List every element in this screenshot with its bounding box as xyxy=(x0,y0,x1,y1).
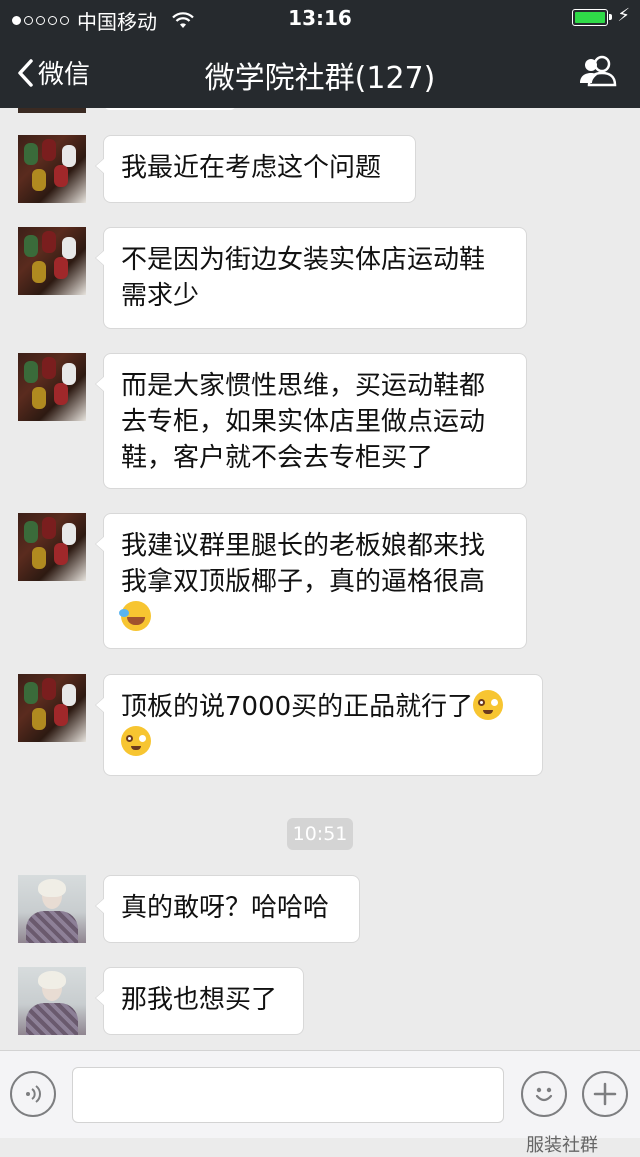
chat-area[interactable]: 我最近在考虑这个问题 不是因为街边女装实体店运动鞋 需求少 而是大家惯性思维，买… xyxy=(0,108,640,1050)
message-text-line: 鞋，客户就不会去专柜买了 xyxy=(121,443,434,473)
message-bubble xyxy=(104,108,236,110)
message-text: 真的敢呀？哈哈哈 xyxy=(121,893,330,923)
message-text-line: 我建议群里腿长的老板娘都来找 xyxy=(121,531,486,561)
message-text: 那我也想买了 xyxy=(121,985,278,1015)
message-text-line: 而是大家惯性思维，买运动鞋都 xyxy=(121,371,486,401)
avatar[interactable] xyxy=(18,513,86,581)
status-time: 13:16 xyxy=(288,6,352,30)
message-input[interactable] xyxy=(72,1067,504,1123)
watermark-label: 服装社群 xyxy=(526,1135,598,1156)
charging-icon: ⚡ xyxy=(617,5,630,26)
avatar[interactable] xyxy=(18,875,86,943)
flushed-face-icon xyxy=(121,726,151,756)
nav-bar: 微信 微学院社群(127) xyxy=(0,36,640,108)
face-with-tears-of-joy-icon xyxy=(119,601,151,631)
message-text-line: 我拿双顶版椰子，真的逼格很高 xyxy=(121,567,486,597)
plus-button[interactable] xyxy=(582,1071,628,1117)
watermark: 服装社群 xyxy=(526,1131,598,1157)
page-title: 微学院社群(127) xyxy=(204,61,436,96)
message-bubble[interactable]: 那我也想买了 xyxy=(95,967,304,1035)
emoji-button[interactable] xyxy=(521,1071,567,1117)
voice-icon xyxy=(26,1085,41,1103)
status-bar: 中国移动 13:16 ⚡ xyxy=(0,0,640,36)
avatar[interactable] xyxy=(18,227,86,295)
message-bubble[interactable]: 顶板的说7000买的正品就行了 xyxy=(95,674,543,776)
input-bar: 服装社群 xyxy=(0,1050,640,1156)
avatar[interactable] xyxy=(18,353,86,421)
battery-icon xyxy=(572,9,612,26)
message-text-line: 不是因为街边女装实体店运动鞋 xyxy=(121,245,486,275)
message-bubble[interactable]: 我最近在考虑这个问题 xyxy=(95,135,416,203)
flushed-face-icon xyxy=(473,690,504,720)
avatar[interactable] xyxy=(18,674,86,742)
message-bubble[interactable]: 而是大家惯性思维，买运动鞋都 去专柜，如果实体店里做点运动 鞋，客户就不会去专柜… xyxy=(95,353,527,489)
avatar[interactable] xyxy=(18,967,86,1035)
message-text-line: 需求少 xyxy=(121,281,200,311)
voice-button[interactable] xyxy=(10,1071,56,1117)
timestamp-label: 10:51 xyxy=(287,818,353,850)
message-bubble[interactable]: 不是因为街边女装实体店运动鞋 需求少 xyxy=(95,227,527,329)
message-bubble[interactable]: 真的敢呀？哈哈哈 xyxy=(95,875,360,943)
emoji-icon xyxy=(535,1087,553,1102)
message-text: 我最近在考虑这个问题 xyxy=(121,153,382,183)
plus-icon xyxy=(593,1082,617,1106)
message-text: 顶板的说7000买的正品就行了 xyxy=(121,692,474,722)
group-members-icon[interactable] xyxy=(578,54,618,88)
message-bubble[interactable]: 我建议群里腿长的老板娘都来找 我拿双顶版椰子，真的逼格很高 xyxy=(95,513,527,649)
avatar[interactable] xyxy=(18,108,86,113)
message-text-line: 去专柜，如果实体店里做点运动 xyxy=(121,407,486,437)
avatar[interactable] xyxy=(18,135,86,203)
